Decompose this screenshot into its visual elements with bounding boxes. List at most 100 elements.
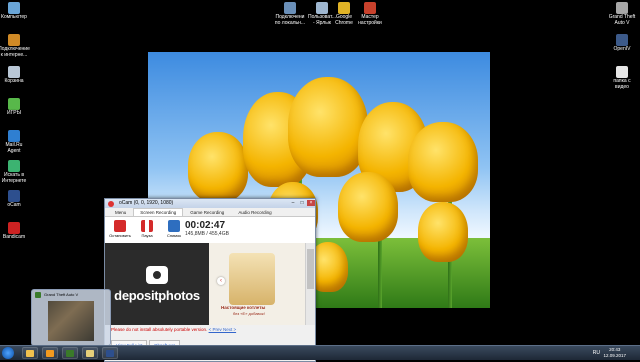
ocam-icon <box>106 350 114 357</box>
shortcut-icon <box>8 190 20 202</box>
thumbnail-title: Grand Theft Auto V <box>44 292 79 297</box>
desktop-icon[interactable]: OpenIV <box>604 34 640 53</box>
gta-icon <box>35 292 41 298</box>
shortcut-icon <box>8 130 20 142</box>
snapshot-button[interactable]: Снимок <box>162 220 186 238</box>
taskbar-item-explorer[interactable] <box>22 347 38 359</box>
shortcut-icon <box>284 2 296 14</box>
ocam-title: oCam (0, 0, 1920, 1080) <box>119 200 174 206</box>
taskbar-item-media-player[interactable] <box>42 347 58 359</box>
scrollbar-thumb[interactable] <box>307 249 314 289</box>
monitor-icon <box>168 220 180 232</box>
ocam-window[interactable]: oCam (0, 0, 1920, 1080) – □ × Menu Scree… <box>104 198 316 362</box>
notice-text: Please do not install absolutely portabl… <box>111 327 208 332</box>
ad-banner[interactable]: depositphotos Настоящие котлеты без «Е» … <box>105 243 305 325</box>
tab-menu[interactable]: Menu <box>108 208 133 216</box>
clock[interactable]: 20:43 12.09.2017 <box>603 347 626 358</box>
tulip <box>408 122 478 202</box>
minimize-button[interactable]: – <box>289 200 297 206</box>
tulip <box>338 172 398 242</box>
desktop-icon-label: Подключение к интерне... <box>0 46 30 58</box>
camera-icon <box>146 265 168 284</box>
taskbar-item-gta-v[interactable] <box>62 347 78 359</box>
desktop-icon[interactable]: Искать в Интернете <box>0 160 32 184</box>
desktop-icon[interactable]: Bandicam <box>0 222 32 241</box>
ad-depositphotos[interactable]: depositphotos <box>105 243 209 325</box>
close-button[interactable]: × <box>307 200 315 206</box>
shortcut-icon <box>616 34 628 46</box>
stop-button[interactable]: Остановить <box>108 220 132 238</box>
tab-screen-recording[interactable]: Screen Recording <box>133 208 184 216</box>
shortcut-icon <box>8 66 20 78</box>
shortcut-icon <box>8 2 20 14</box>
taskbar-thumbnail-preview[interactable]: Grand Theft Auto V <box>31 289 111 346</box>
pause-icon <box>141 220 153 232</box>
desktop-icon[interactable]: папка с видео <box>604 66 640 90</box>
start-button[interactable] <box>2 347 14 359</box>
desktop-icon[interactable]: Компьютер <box>0 2 32 21</box>
media-player-icon <box>46 350 54 357</box>
shortcut-icon <box>8 34 20 46</box>
snapshot-label: Снимок <box>166 233 182 238</box>
shortcut-icon <box>338 2 350 14</box>
explorer-icon <box>26 350 34 357</box>
prev-next-link[interactable]: < Prev Next > <box>209 327 237 332</box>
shortcut-icon <box>8 98 20 110</box>
ocam-app-icon <box>108 200 114 207</box>
desktop-icon-label: Искать в Интернете <box>1 172 27 184</box>
tab-game-recording[interactable]: Game Recording <box>183 208 231 216</box>
shortcut-icon <box>364 2 376 14</box>
filesize-value: 145,8MB / 455,4GB <box>185 231 229 237</box>
desktop-icon-label: Bandicam <box>2 234 26 240</box>
desktop-icon-label: Мастер настройки <box>358 14 382 26</box>
taskbar-item-folder[interactable] <box>82 347 98 359</box>
recording-timer: 00:02:47 145,8MB / 455,4GB <box>185 220 229 237</box>
desktop-icon-label: Подключени по локальн... <box>274 14 306 26</box>
desktop-icon[interactable]: ИГРЫ <box>0 98 32 117</box>
tulip <box>288 77 368 177</box>
taskbar-item-ocam[interactable] <box>102 347 118 359</box>
ad-brand: depositphotos <box>114 287 200 303</box>
timer-value: 00:02:47 <box>185 220 226 231</box>
language-indicator[interactable]: RU <box>593 350 600 356</box>
desktop-icon-label: oCam <box>7 202 21 208</box>
shortcut-icon <box>616 2 628 14</box>
gta-v-icon <box>66 350 74 357</box>
desktop-icon-label: Компьютер <box>1 14 27 20</box>
desktop-icon[interactable]: Mail.Ru Agent <box>0 130 32 154</box>
maximize-button[interactable]: □ <box>298 200 306 206</box>
desktop-icon[interactable]: Подключени по локальн... <box>272 2 308 26</box>
desktop-icon-label: папка с видео <box>613 78 631 90</box>
ad-product-subtitle: без «Е» добавок! <box>233 311 265 316</box>
tulip <box>418 202 468 262</box>
ocam-tabs: Menu Screen Recording Game Recording Aud… <box>105 208 315 217</box>
chevron-left-icon[interactable]: ‹ <box>217 277 225 285</box>
tab-audio-recording[interactable]: Audio Recording <box>231 208 278 216</box>
ad-scrollbar[interactable] <box>305 243 315 325</box>
pause-button[interactable]: Пауза <box>135 220 159 238</box>
desktop-icon[interactable]: Grand Theft Auto V <box>604 2 640 26</box>
desktop-icon[interactable]: Подключение к интерне... <box>0 34 32 58</box>
desktop-icon-label: Mail.Ru Agent <box>5 142 23 154</box>
pause-label: Пауза <box>141 233 153 238</box>
ad-product-title: Настоящие котлеты <box>221 305 266 310</box>
desktop-icon-label: ИГРЫ <box>6 110 22 116</box>
thumbnail-image[interactable] <box>48 301 94 341</box>
shortcut-icon <box>8 160 20 172</box>
shortcut-icon <box>616 66 628 78</box>
desktop-icon[interactable]: Корзина <box>0 66 32 85</box>
desktop-icon-label: Корзина <box>4 78 24 84</box>
stop-icon <box>114 220 126 232</box>
product-package-image <box>229 253 275 305</box>
ocam-titlebar[interactable]: oCam (0, 0, 1920, 1080) – □ × <box>105 199 315 208</box>
clock-date: 12.09.2017 <box>603 352 626 358</box>
desktop-icon[interactable]: Мастер настройки <box>352 2 388 26</box>
desktop-icon[interactable]: oCam <box>0 190 32 209</box>
taskbar: RU 20:43 12.09.2017 <box>0 345 640 360</box>
desktop-icon-label: Grand Theft Auto V <box>608 14 636 26</box>
stop-label: Остановить <box>109 233 131 238</box>
tulip <box>188 132 248 202</box>
folder-icon <box>86 350 94 357</box>
desktop-icon-label: OpenIV <box>613 46 631 52</box>
portable-notice: Please do not install absolutely portabl… <box>111 327 236 332</box>
